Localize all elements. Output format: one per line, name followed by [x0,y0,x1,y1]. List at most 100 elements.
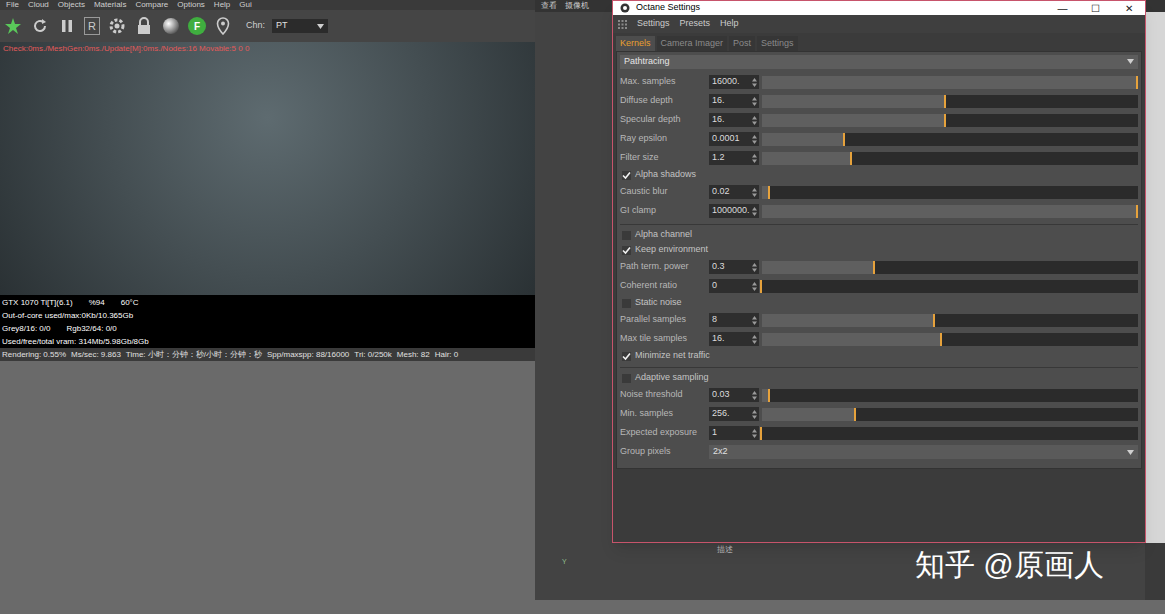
slider-track[interactable] [762,280,1138,293]
tab[interactable]: Post [729,36,755,51]
menu-item[interactable]: Help [214,0,230,10]
tab[interactable]: Settings [757,36,798,51]
slider-track[interactable] [762,95,1138,108]
slider-handle[interactable] [1136,205,1138,218]
viewport-tab[interactable]: 摄像机 [565,0,589,12]
spinner-icon[interactable] [752,188,757,197]
pause-icon[interactable] [57,16,77,36]
slider-handle[interactable] [850,152,852,165]
value-field[interactable]: 1.2 [709,151,759,165]
viewport-tab[interactable]: 查看 [541,0,557,12]
slider-handle[interactable] [768,389,770,402]
menu-item[interactable]: Compare [135,0,168,10]
octane-logo-icon[interactable] [3,16,23,36]
menu-item[interactable]: Objects [58,0,85,10]
slider-track[interactable] [762,76,1138,89]
slider-handle[interactable] [944,95,946,108]
checkbox-row[interactable]: Adaptive sampling [620,371,1138,386]
checkbox-row[interactable]: Alpha shadows [620,168,1138,183]
checkbox[interactable] [622,171,631,180]
grid-icon[interactable] [617,19,627,29]
spinner-icon[interactable] [752,263,757,272]
slider-track[interactable] [762,186,1138,199]
checkbox-row[interactable]: Minimize net traffic [620,349,1138,364]
value-field[interactable]: 0 [709,279,759,293]
slider-handle[interactable] [760,280,762,293]
refresh-icon[interactable] [30,16,50,36]
value-field[interactable]: 0.03 [709,388,759,402]
slider-track[interactable] [762,427,1138,440]
slider-handle[interactable] [933,314,935,327]
spinner-icon[interactable] [752,316,757,325]
value-field[interactable]: 16000. [709,75,759,89]
value-field[interactable]: 1 [709,426,759,440]
tab[interactable]: Kernels [616,36,655,51]
octane-app-icon[interactable] [619,2,631,14]
window-menu-item[interactable]: Presets [680,17,711,31]
spinner-icon[interactable] [752,135,757,144]
slider-track[interactable] [762,408,1138,421]
slider-handle[interactable] [843,133,845,146]
slider-track[interactable] [762,114,1138,127]
gear-icon[interactable] [107,16,127,36]
spinner-icon[interactable] [752,78,757,87]
value-field[interactable]: 8 [709,313,759,327]
slider-handle[interactable] [768,186,770,199]
window-menu-item[interactable]: Help [720,17,739,31]
spinner-icon[interactable] [752,410,757,419]
spinner-icon[interactable] [752,116,757,125]
value-field[interactable]: 0.0001 [709,132,759,146]
slider-handle[interactable] [760,427,762,440]
checkbox-row[interactable]: Static noise [620,296,1138,311]
slider-handle[interactable] [854,408,856,421]
window-menu-item[interactable]: Settings [637,17,670,31]
spinner-icon[interactable] [752,282,757,291]
kernel-select[interactable]: Pathtracing [620,55,1138,69]
slider-track[interactable] [762,314,1138,327]
checkbox[interactable] [622,374,631,383]
spinner-icon[interactable] [752,391,757,400]
value-field[interactable]: 16. [709,332,759,346]
sphere-icon[interactable] [161,16,181,36]
slider-handle[interactable] [944,114,946,127]
window-control[interactable]: ✕ [1112,1,1145,15]
pin-icon[interactable] [213,16,233,36]
channel-select[interactable]: PT [272,19,328,33]
value-field[interactable]: 0.3 [709,260,759,274]
value-field[interactable]: 1000000. [709,204,759,218]
menu-item[interactable]: Cloud [28,0,49,10]
value-field[interactable]: 16. [709,94,759,108]
slider-track[interactable] [762,205,1138,218]
checkbox[interactable] [622,231,631,240]
window-control[interactable]: — [1046,1,1079,15]
checkbox[interactable] [622,352,631,361]
checkbox-row[interactable]: Alpha channel [620,228,1138,243]
slider-handle[interactable] [873,261,875,274]
spinner-icon[interactable] [752,335,757,344]
slider-track[interactable] [762,389,1138,402]
spinner-icon[interactable] [752,154,757,163]
spinner-icon[interactable] [752,429,757,438]
spinner-icon[interactable] [752,207,757,216]
menu-item[interactable]: Materials [94,0,126,10]
slider-track[interactable] [762,133,1138,146]
checkbox[interactable] [622,246,631,255]
region-button[interactable]: R [84,17,100,35]
checkbox-row[interactable]: Keep environment [620,243,1138,258]
slider-track[interactable] [762,152,1138,165]
menu-item[interactable]: File [6,0,19,10]
slider-track[interactable] [762,333,1138,346]
value-field[interactable]: 0.02 [709,185,759,199]
lock-icon[interactable] [134,16,154,36]
slider-handle[interactable] [940,333,942,346]
menu-item[interactable]: Gui [239,0,251,10]
focus-button[interactable]: F [188,17,206,35]
menu-item[interactable]: Options [177,0,205,10]
slider-track[interactable] [762,261,1138,274]
checkbox[interactable] [622,299,631,308]
value-field[interactable]: 16. [709,113,759,127]
value-field[interactable]: 256. [709,407,759,421]
tab[interactable]: Camera Imager [657,36,728,51]
slider-handle[interactable] [1136,76,1138,89]
spinner-icon[interactable] [752,97,757,106]
